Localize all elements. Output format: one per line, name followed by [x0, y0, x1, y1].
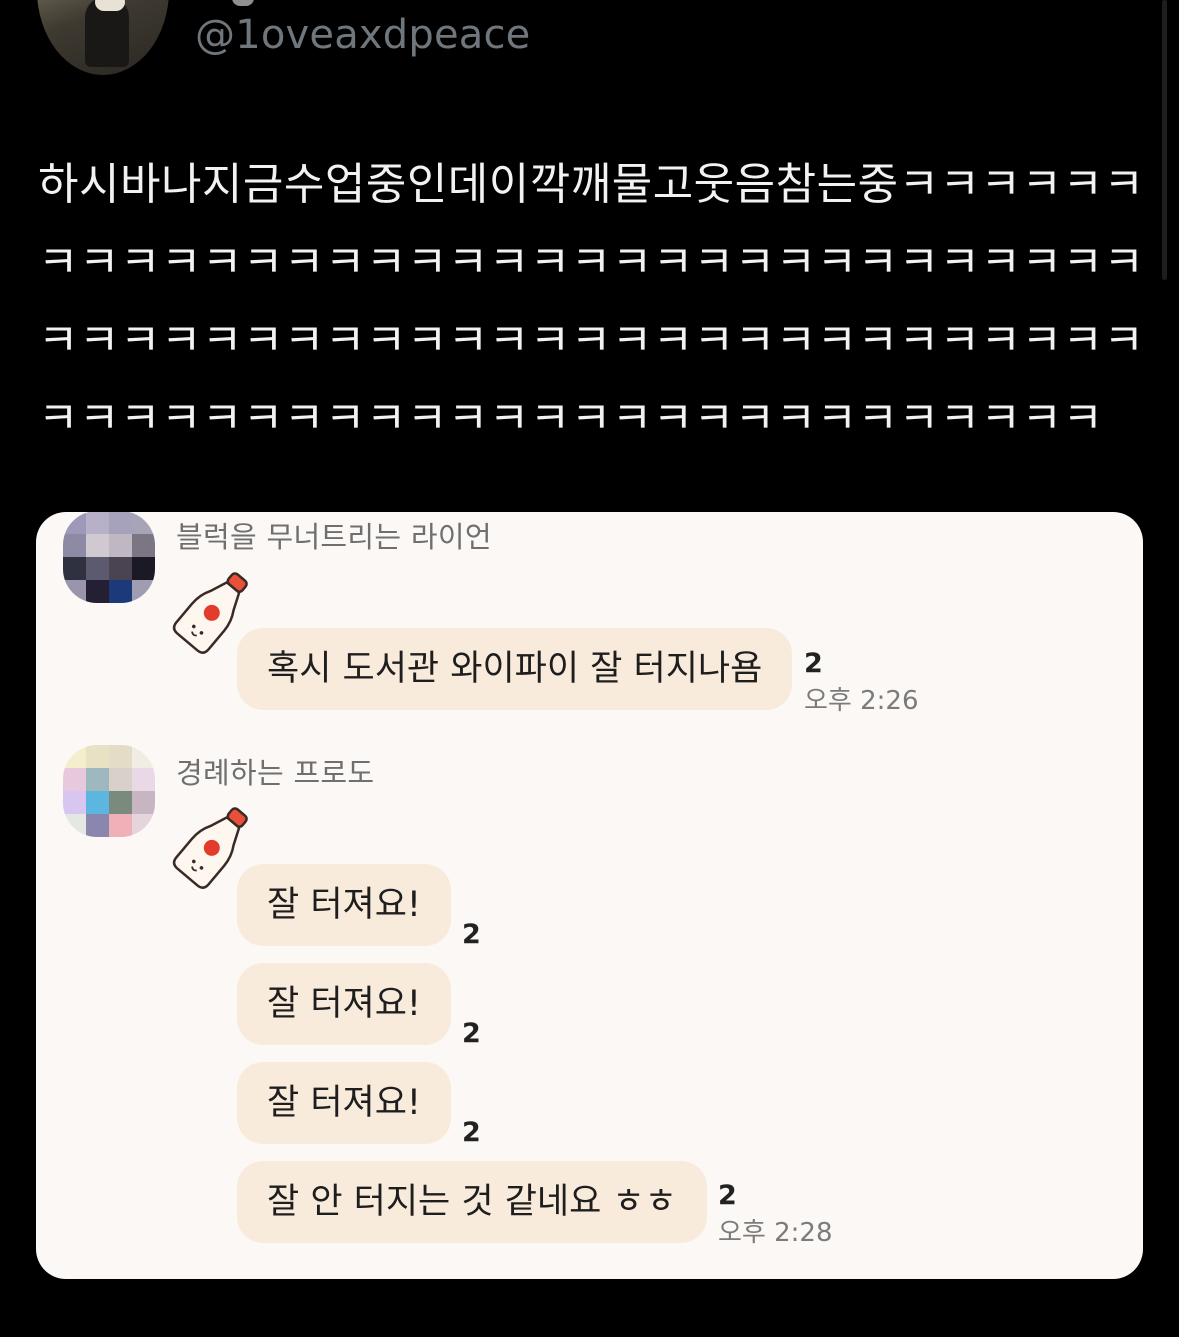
chat-bubble[interactable]: 잘 터져요!: [237, 963, 451, 1045]
profile-avatar[interactable]: [37, 0, 169, 75]
unread-count: 2: [462, 919, 481, 950]
scrollbar[interactable]: [1162, 0, 1167, 280]
chat-screenshot: 블럭을 무너트리는 라이언 혹시 도서관 와이파이 잘 터지나욤 2 오후 2:…: [36, 512, 1143, 1279]
chat-bubble[interactable]: 잘 터져요!: [237, 864, 451, 946]
chat-bubble[interactable]: 잘 터져요!: [237, 1062, 451, 1144]
chat-bubble[interactable]: 잘 안 터지는 것 같네요 ㅎㅎ: [237, 1161, 707, 1243]
message-time: 오후 2:28: [718, 1218, 833, 1248]
display-name-fragment: [232, 0, 254, 6]
chat-bubble[interactable]: 혹시 도서관 와이파이 잘 터지나욤: [237, 628, 793, 710]
sender-name: 경례하는 프로도: [176, 756, 375, 790]
sender-name: 블럭을 무너트리는 라이언: [176, 520, 492, 554]
user-handle[interactable]: @1oveaxdpeace: [195, 12, 531, 58]
pixelated-avatar-icon: [63, 512, 155, 603]
unread-count: 2: [804, 648, 823, 679]
unread-count: 2: [462, 1117, 481, 1148]
pixelated-avatar-icon: [63, 745, 155, 837]
unread-count: 2: [462, 1018, 481, 1049]
message-time: 오후 2:26: [804, 686, 919, 716]
tweet-text: 하시바나지금수업중인데이깍깨물고웃음참는중ㅋㅋㅋㅋㅋㅋㅋㅋㅋㅋㅋㅋㅋㅋㅋㅋㅋㅋㅋ…: [38, 159, 1145, 444]
unread-count: 2: [718, 1180, 737, 1211]
